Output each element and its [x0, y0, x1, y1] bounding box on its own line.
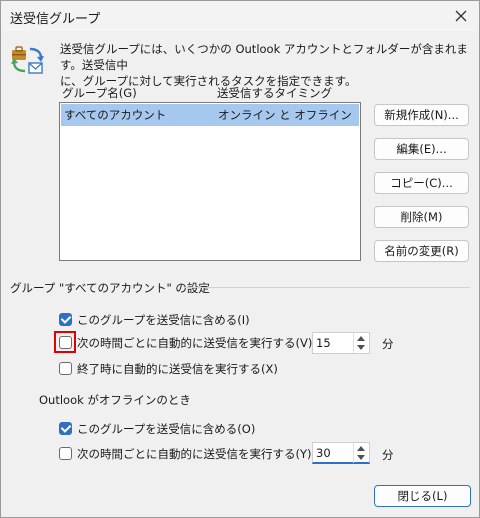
- include-group-checkbox[interactable]: [59, 313, 72, 326]
- list-item-timing: オンライン と オフライン: [218, 108, 352, 122]
- intro-description: 送受信グループには、いくつかの Outlook アカウントとフォルダーが含まれま…: [60, 41, 470, 89]
- offline-include-group-checkbox[interactable]: [59, 422, 72, 435]
- offline-auto-minutes-value: 30: [316, 446, 331, 460]
- auto-send-receive-label: 次の時間ごとに自動的に送受信を実行する(V): [77, 336, 313, 350]
- dialog-title: 送受信グループ: [10, 12, 101, 27]
- stepper-down-icon[interactable]: [357, 345, 365, 350]
- auto-send-receive-checkbox[interactable]: [59, 336, 72, 349]
- offline-include-group-label: このグループを送受信に含める(O): [77, 422, 256, 436]
- auto-minutes-value: 15: [316, 336, 331, 350]
- stepper-up-icon[interactable]: [357, 336, 365, 341]
- send-receive-icon: [11, 46, 44, 74]
- offline-auto-send-receive-label: 次の時間ごとに自動的に送受信を実行する(Y): [77, 447, 312, 461]
- column-header-timing: 送受信するタイミング: [217, 86, 332, 100]
- offline-minutes-unit: 分: [382, 448, 394, 462]
- title-bar: 送受信グループ: [1, 1, 479, 31]
- send-receive-groups-dialog: 送受信グループ 送受信グループには、いくつかの Outlook アカウントとフォ…: [0, 0, 480, 518]
- list-item-group: すべてのアカウント: [64, 108, 167, 122]
- close-dialog-button[interactable]: 閉じる(L): [374, 485, 471, 507]
- auto-minutes-stepper[interactable]: 15: [312, 332, 370, 354]
- rename-button[interactable]: 名前の変更(R): [374, 240, 469, 262]
- offline-stepper-up-icon[interactable]: [357, 446, 365, 451]
- column-header-group-name: グループ名(G): [62, 86, 137, 100]
- intro-line-1: 送受信グループには、いくつかの Outlook アカウントとフォルダーが含まれま…: [60, 42, 468, 72]
- new-button[interactable]: 新規作成(N)...: [374, 104, 469, 126]
- edit-button[interactable]: 編集(E)...: [374, 138, 469, 160]
- send-receive-on-exit-checkbox[interactable]: [59, 362, 72, 375]
- send-receive-on-exit-label: 終了時に自動的に送受信を実行する(X): [77, 362, 278, 376]
- group-listbox[interactable]: すべてのアカウント オンライン と オフライン: [59, 102, 361, 261]
- include-group-label: このグループを送受信に含める(I): [77, 313, 250, 327]
- minutes-unit: 分: [382, 337, 394, 351]
- close-button[interactable]: [449, 4, 473, 28]
- group-divider: [185, 287, 470, 288]
- offline-stepper-arrows[interactable]: [353, 443, 369, 463]
- copy-button[interactable]: コピー(C)...: [374, 172, 469, 194]
- offline-section-label: Outlook がオフラインのとき: [39, 393, 191, 407]
- offline-stepper-down-icon[interactable]: [357, 455, 365, 460]
- offline-auto-send-receive-checkbox[interactable]: [59, 447, 72, 460]
- list-item[interactable]: すべてのアカウント オンライン と オフライン: [61, 104, 359, 126]
- delete-button[interactable]: 削除(M): [374, 206, 469, 228]
- offline-auto-minutes-stepper[interactable]: 30: [312, 442, 370, 464]
- close-icon: [455, 10, 467, 22]
- stepper-arrows[interactable]: [353, 333, 369, 353]
- group-settings-title: グループ "すべてのアカウント" の設定: [10, 281, 210, 295]
